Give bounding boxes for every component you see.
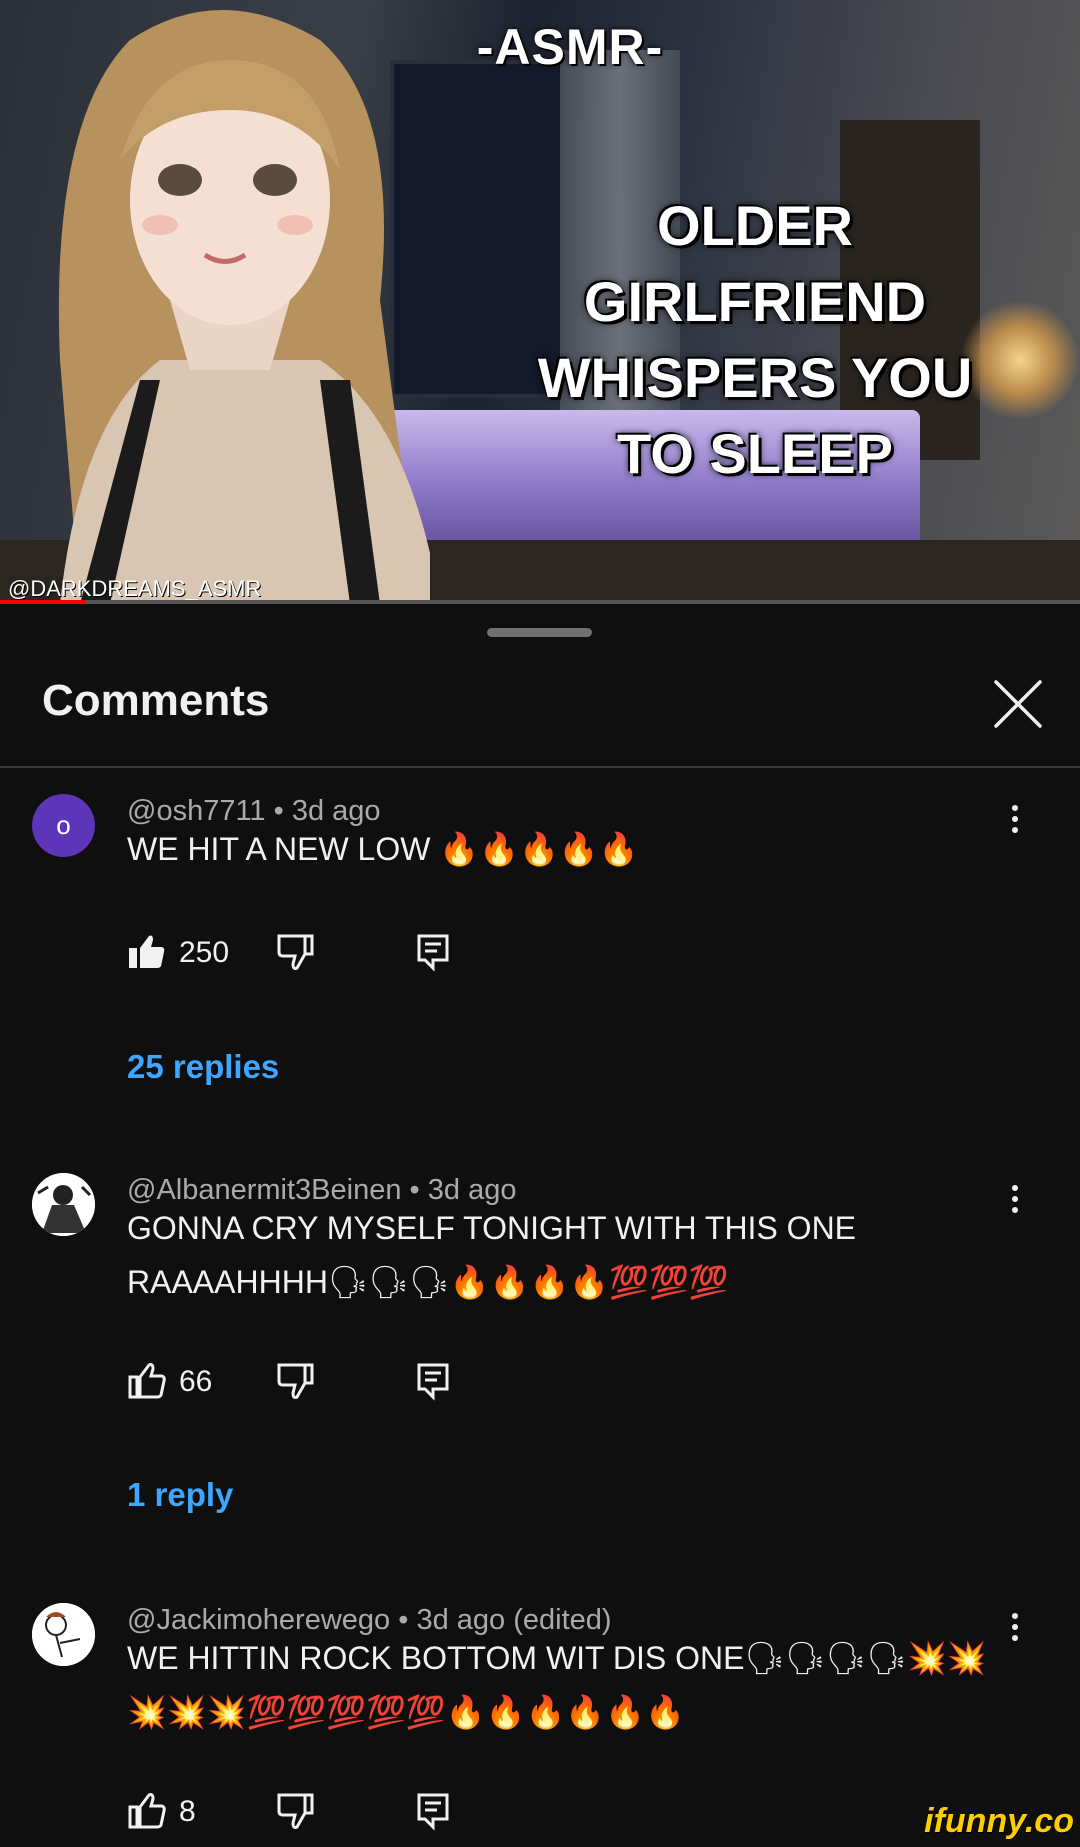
video-title-top: -ASMR- (476, 19, 664, 75)
anime-girl-illustration (58, 10, 430, 604)
video-player[interactable]: -ASMR- OLDER GIRLFRIEND WHISPERS YOU TO … (0, 0, 1080, 604)
view-replies-link[interactable]: 1 reply (127, 1476, 233, 1514)
like-count: 8 (179, 1795, 196, 1828)
thumbs-up-filled-icon[interactable] (127, 932, 167, 972)
ifunny-watermark: ifunny.co (924, 1802, 1074, 1840)
like-count: 66 (179, 1365, 213, 1398)
avatar-letter: o (56, 810, 71, 840)
thumbs-up-icon[interactable] (127, 1791, 167, 1831)
thumbs-up-icon[interactable] (127, 1361, 167, 1401)
comment-text: WE HITTIN ROCK BOTTOM WIT DIS ONE🗣🗣🗣🗣💥💥💥… (127, 1640, 987, 1730)
thumbs-down-icon[interactable] (275, 932, 315, 972)
avatar[interactable] (32, 1173, 95, 1236)
avatar-sketch-icon (32, 1173, 95, 1236)
channel-watermark: @DARKDREAMS_ASMR (8, 576, 262, 601)
close-icon (994, 680, 1042, 728)
reply-icon[interactable] (413, 1791, 453, 1831)
avatar[interactable]: o (32, 794, 95, 857)
header-divider (0, 766, 1080, 768)
video-title-main: OLDER GIRLFRIEND WHISPERS YOU TO SLEEP (537, 194, 973, 485)
view-replies-link[interactable]: 25 replies (127, 1048, 279, 1086)
reply-icon[interactable] (413, 932, 453, 972)
thumbs-down-icon[interactable] (275, 1361, 315, 1401)
reply-icon[interactable] (413, 1361, 453, 1401)
close-button[interactable] (988, 674, 1048, 734)
like-count: 250 (179, 936, 230, 969)
comment-text: GONNA CRY MYSELF TONIGHT WITH THIS ONE R… (127, 1210, 857, 1300)
comment-text: WE HIT A NEW LOW 🔥🔥🔥🔥🔥 (127, 831, 639, 867)
comments-title: Comments (42, 676, 270, 725)
avatar[interactable] (32, 1603, 95, 1666)
drag-handle[interactable] (487, 628, 592, 637)
avatar-doodle-icon (32, 1603, 95, 1666)
thumbs-down-icon[interactable] (275, 1791, 315, 1831)
